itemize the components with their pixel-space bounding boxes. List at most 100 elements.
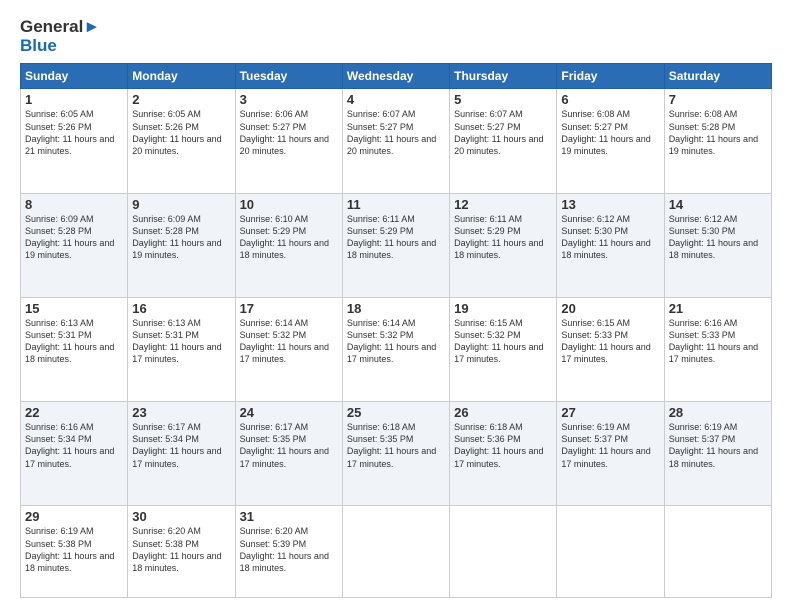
- calendar-cell: 10 Sunrise: 6:10 AM Sunset: 5:29 PM Dayl…: [235, 193, 342, 297]
- calendar-cell: 2 Sunrise: 6:05 AM Sunset: 5:26 PM Dayli…: [128, 89, 235, 193]
- day-number: 19: [454, 301, 552, 316]
- cell-content: Sunrise: 6:19 AM Sunset: 5:38 PM Dayligh…: [25, 525, 123, 574]
- day-number: 5: [454, 92, 552, 107]
- day-number: 10: [240, 197, 338, 212]
- day-number: 30: [132, 509, 230, 524]
- cell-content: Sunrise: 6:17 AM Sunset: 5:35 PM Dayligh…: [240, 421, 338, 470]
- calendar-cell: 24 Sunrise: 6:17 AM Sunset: 5:35 PM Dayl…: [235, 402, 342, 506]
- calendar-cell: 30 Sunrise: 6:20 AM Sunset: 5:38 PM Dayl…: [128, 506, 235, 598]
- week-row-4: 22 Sunrise: 6:16 AM Sunset: 5:34 PM Dayl…: [21, 402, 772, 506]
- day-number: 22: [25, 405, 123, 420]
- day-header-friday: Friday: [557, 64, 664, 89]
- day-number: 26: [454, 405, 552, 420]
- calendar-cell: 7 Sunrise: 6:08 AM Sunset: 5:28 PM Dayli…: [664, 89, 771, 193]
- calendar-cell: 18 Sunrise: 6:14 AM Sunset: 5:32 PM Dayl…: [342, 297, 449, 401]
- calendar-cell: 5 Sunrise: 6:07 AM Sunset: 5:27 PM Dayli…: [450, 89, 557, 193]
- cell-content: Sunrise: 6:13 AM Sunset: 5:31 PM Dayligh…: [132, 317, 230, 366]
- calendar-cell: 25 Sunrise: 6:18 AM Sunset: 5:35 PM Dayl…: [342, 402, 449, 506]
- day-number: 17: [240, 301, 338, 316]
- day-number: 16: [132, 301, 230, 316]
- cell-content: Sunrise: 6:10 AM Sunset: 5:29 PM Dayligh…: [240, 213, 338, 262]
- calendar-cell: 29 Sunrise: 6:19 AM Sunset: 5:38 PM Dayl…: [21, 506, 128, 598]
- calendar-cell: 3 Sunrise: 6:06 AM Sunset: 5:27 PM Dayli…: [235, 89, 342, 193]
- cell-content: Sunrise: 6:14 AM Sunset: 5:32 PM Dayligh…: [240, 317, 338, 366]
- cell-content: Sunrise: 6:16 AM Sunset: 5:33 PM Dayligh…: [669, 317, 767, 366]
- cell-content: Sunrise: 6:15 AM Sunset: 5:33 PM Dayligh…: [561, 317, 659, 366]
- cell-content: Sunrise: 6:11 AM Sunset: 5:29 PM Dayligh…: [454, 213, 552, 262]
- calendar-cell: 16 Sunrise: 6:13 AM Sunset: 5:31 PM Dayl…: [128, 297, 235, 401]
- calendar-cell: 11 Sunrise: 6:11 AM Sunset: 5:29 PM Dayl…: [342, 193, 449, 297]
- day-header-wednesday: Wednesday: [342, 64, 449, 89]
- cell-content: Sunrise: 6:07 AM Sunset: 5:27 PM Dayligh…: [347, 108, 445, 157]
- day-number: 23: [132, 405, 230, 420]
- day-header-monday: Monday: [128, 64, 235, 89]
- calendar-cell: 1 Sunrise: 6:05 AM Sunset: 5:26 PM Dayli…: [21, 89, 128, 193]
- calendar-cell: 17 Sunrise: 6:14 AM Sunset: 5:32 PM Dayl…: [235, 297, 342, 401]
- calendar-cell: 4 Sunrise: 6:07 AM Sunset: 5:27 PM Dayli…: [342, 89, 449, 193]
- day-number: 13: [561, 197, 659, 212]
- calendar-cell: 14 Sunrise: 6:12 AM Sunset: 5:30 PM Dayl…: [664, 193, 771, 297]
- calendar-cell: 26 Sunrise: 6:18 AM Sunset: 5:36 PM Dayl…: [450, 402, 557, 506]
- calendar-cell: 19 Sunrise: 6:15 AM Sunset: 5:32 PM Dayl…: [450, 297, 557, 401]
- day-number: 7: [669, 92, 767, 107]
- cell-content: Sunrise: 6:06 AM Sunset: 5:27 PM Dayligh…: [240, 108, 338, 157]
- week-row-5: 29 Sunrise: 6:19 AM Sunset: 5:38 PM Dayl…: [21, 506, 772, 598]
- cell-content: Sunrise: 6:11 AM Sunset: 5:29 PM Dayligh…: [347, 213, 445, 262]
- calendar-cell: 23 Sunrise: 6:17 AM Sunset: 5:34 PM Dayl…: [128, 402, 235, 506]
- day-number: 20: [561, 301, 659, 316]
- calendar-cell: 13 Sunrise: 6:12 AM Sunset: 5:30 PM Dayl…: [557, 193, 664, 297]
- day-number: 2: [132, 92, 230, 107]
- day-number: 8: [25, 197, 123, 212]
- cell-content: Sunrise: 6:15 AM Sunset: 5:32 PM Dayligh…: [454, 317, 552, 366]
- cell-content: Sunrise: 6:18 AM Sunset: 5:36 PM Dayligh…: [454, 421, 552, 470]
- header: General► Blue: [20, 18, 772, 55]
- cell-content: Sunrise: 6:05 AM Sunset: 5:26 PM Dayligh…: [25, 108, 123, 157]
- cell-content: Sunrise: 6:08 AM Sunset: 5:27 PM Dayligh…: [561, 108, 659, 157]
- day-number: 12: [454, 197, 552, 212]
- day-number: 1: [25, 92, 123, 107]
- day-header-saturday: Saturday: [664, 64, 771, 89]
- calendar-cell: 20 Sunrise: 6:15 AM Sunset: 5:33 PM Dayl…: [557, 297, 664, 401]
- calendar-cell: 28 Sunrise: 6:19 AM Sunset: 5:37 PM Dayl…: [664, 402, 771, 506]
- week-row-1: 1 Sunrise: 6:05 AM Sunset: 5:26 PM Dayli…: [21, 89, 772, 193]
- day-number: 11: [347, 197, 445, 212]
- calendar-cell: 21 Sunrise: 6:16 AM Sunset: 5:33 PM Dayl…: [664, 297, 771, 401]
- calendar-cell: 15 Sunrise: 6:13 AM Sunset: 5:31 PM Dayl…: [21, 297, 128, 401]
- cell-content: Sunrise: 6:19 AM Sunset: 5:37 PM Dayligh…: [669, 421, 767, 470]
- calendar-cell: 8 Sunrise: 6:09 AM Sunset: 5:28 PM Dayli…: [21, 193, 128, 297]
- calendar-body: 1 Sunrise: 6:05 AM Sunset: 5:26 PM Dayli…: [21, 89, 772, 598]
- logo: General► Blue: [20, 18, 100, 55]
- day-number: 4: [347, 92, 445, 107]
- day-number: 3: [240, 92, 338, 107]
- calendar-cell: [557, 506, 664, 598]
- cell-content: Sunrise: 6:12 AM Sunset: 5:30 PM Dayligh…: [561, 213, 659, 262]
- day-number: 18: [347, 301, 445, 316]
- day-header-sunday: Sunday: [21, 64, 128, 89]
- cell-content: Sunrise: 6:18 AM Sunset: 5:35 PM Dayligh…: [347, 421, 445, 470]
- cell-content: Sunrise: 6:09 AM Sunset: 5:28 PM Dayligh…: [132, 213, 230, 262]
- calendar-cell: [450, 506, 557, 598]
- cell-content: Sunrise: 6:05 AM Sunset: 5:26 PM Dayligh…: [132, 108, 230, 157]
- calendar-cell: [664, 506, 771, 598]
- day-number: 31: [240, 509, 338, 524]
- calendar-cell: 9 Sunrise: 6:09 AM Sunset: 5:28 PM Dayli…: [128, 193, 235, 297]
- calendar-cell: 31 Sunrise: 6:20 AM Sunset: 5:39 PM Dayl…: [235, 506, 342, 598]
- cell-content: Sunrise: 6:17 AM Sunset: 5:34 PM Dayligh…: [132, 421, 230, 470]
- day-number: 28: [669, 405, 767, 420]
- day-header-thursday: Thursday: [450, 64, 557, 89]
- day-number: 24: [240, 405, 338, 420]
- cell-content: Sunrise: 6:20 AM Sunset: 5:38 PM Dayligh…: [132, 525, 230, 574]
- week-row-2: 8 Sunrise: 6:09 AM Sunset: 5:28 PM Dayli…: [21, 193, 772, 297]
- day-number: 15: [25, 301, 123, 316]
- calendar-cell: 6 Sunrise: 6:08 AM Sunset: 5:27 PM Dayli…: [557, 89, 664, 193]
- cell-content: Sunrise: 6:14 AM Sunset: 5:32 PM Dayligh…: [347, 317, 445, 366]
- cell-content: Sunrise: 6:08 AM Sunset: 5:28 PM Dayligh…: [669, 108, 767, 157]
- cell-content: Sunrise: 6:07 AM Sunset: 5:27 PM Dayligh…: [454, 108, 552, 157]
- logo-blue: Blue: [20, 37, 100, 56]
- cell-content: Sunrise: 6:16 AM Sunset: 5:34 PM Dayligh…: [25, 421, 123, 470]
- calendar-header-row: SundayMondayTuesdayWednesdayThursdayFrid…: [21, 64, 772, 89]
- day-number: 25: [347, 405, 445, 420]
- day-number: 14: [669, 197, 767, 212]
- day-number: 29: [25, 509, 123, 524]
- calendar-cell: 12 Sunrise: 6:11 AM Sunset: 5:29 PM Dayl…: [450, 193, 557, 297]
